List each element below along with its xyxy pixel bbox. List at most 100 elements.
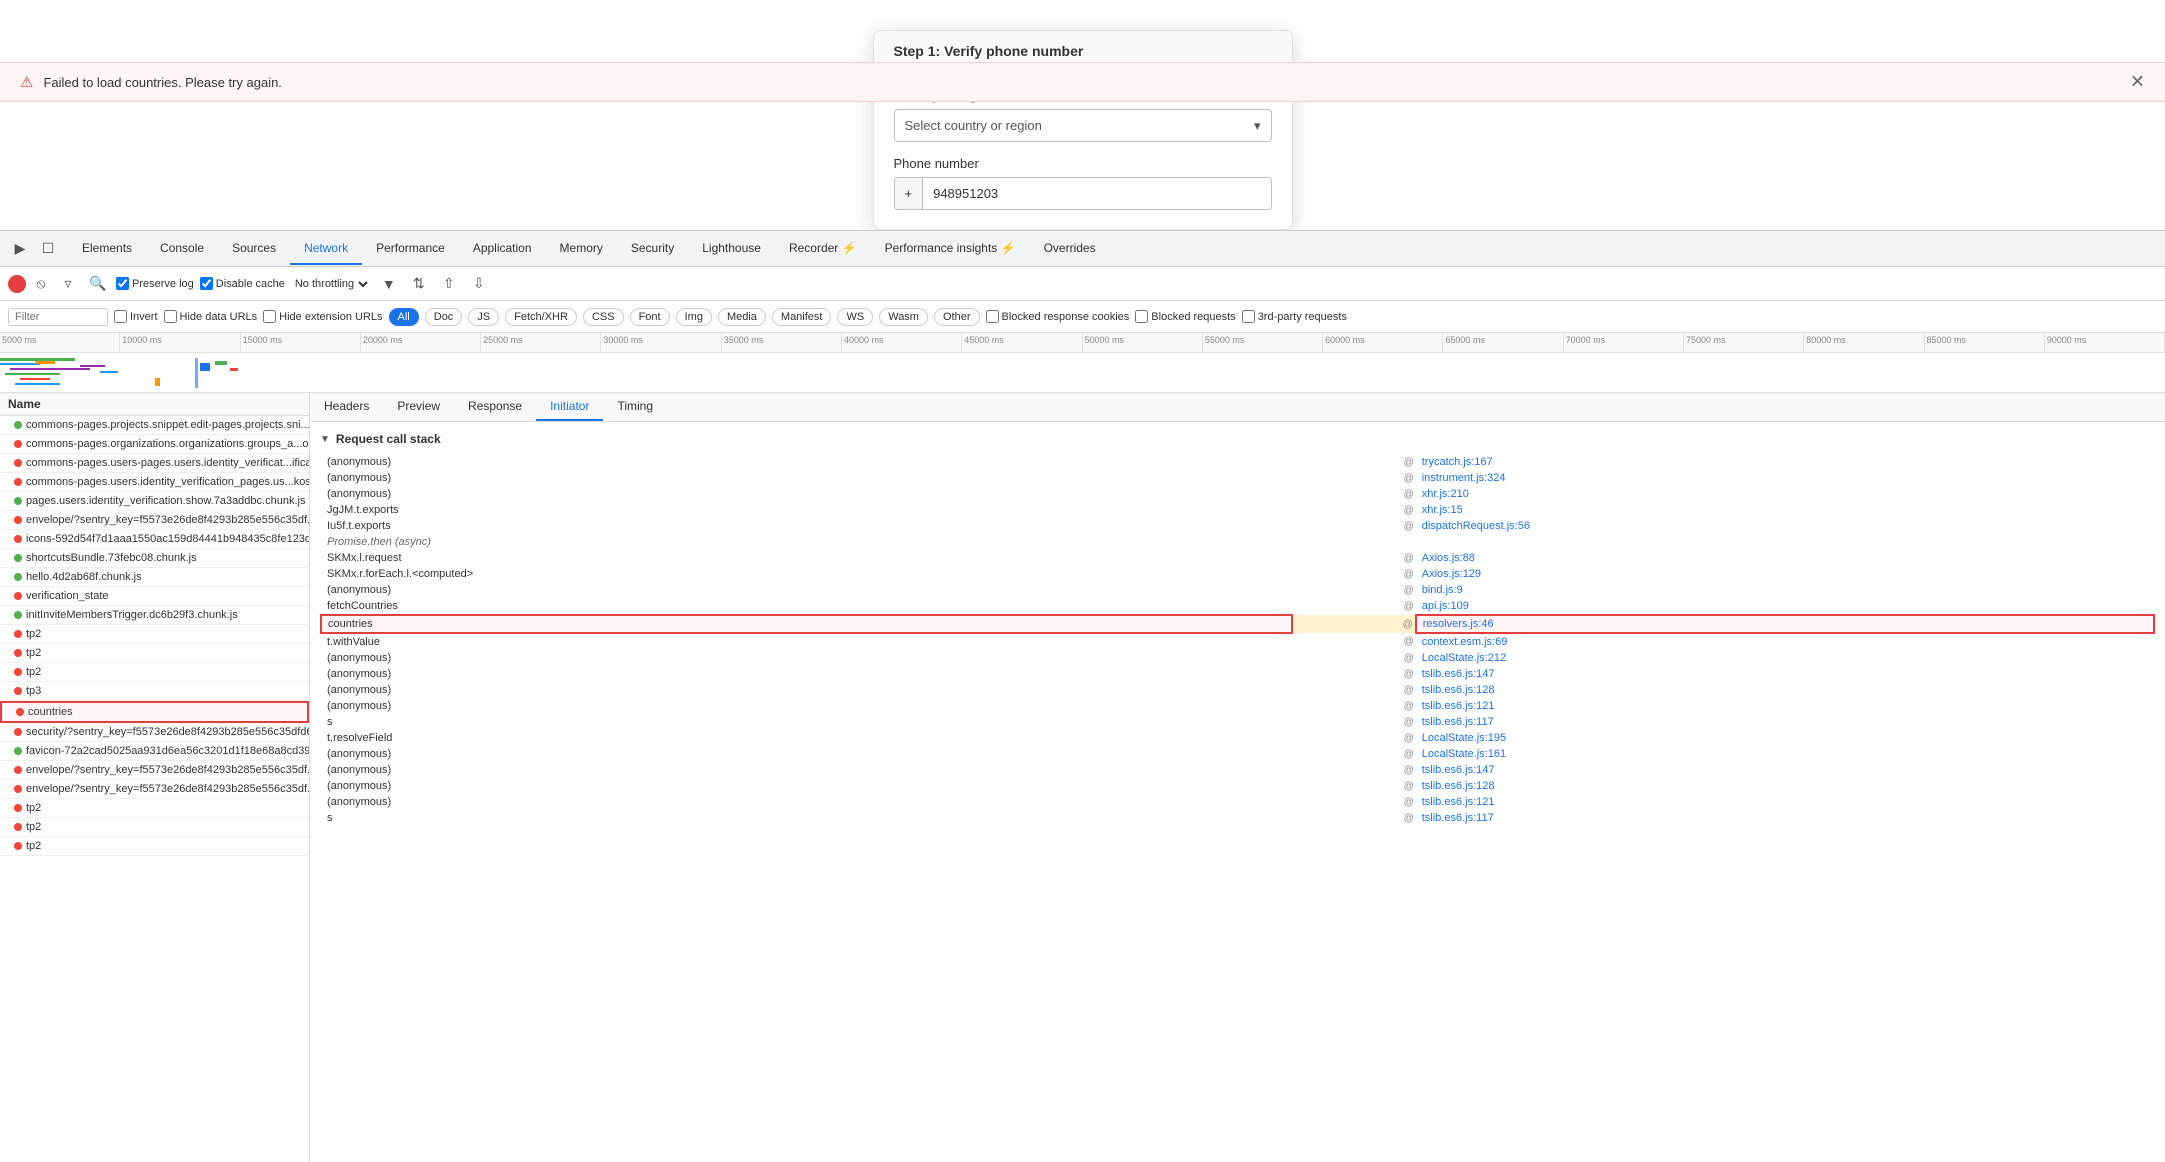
close-error-button[interactable]: ✕: [2130, 72, 2145, 93]
blocked-requests-checkbox[interactable]: Blocked requests: [1135, 310, 1235, 323]
blocked-cookies-checkbox[interactable]: Blocked response cookies: [986, 310, 1130, 323]
stack-link[interactable]: LocalState.js:212: [1422, 652, 1506, 664]
detail-tab-initiator[interactable]: Initiator: [536, 393, 603, 421]
phone-input[interactable]: [923, 178, 1270, 209]
stack-link[interactable]: Axios.js:88: [1422, 552, 1475, 564]
resolvers-link[interactable]: resolvers.js:46: [1423, 618, 1494, 630]
file-item[interactable]: commons-pages.organizations.organization…: [0, 435, 309, 454]
file-item[interactable]: pages.users.identity_verification.show.7…: [0, 492, 309, 511]
stack-link[interactable]: LocalState.js:195: [1422, 732, 1506, 744]
tab-performance-insights[interactable]: Performance insights ⚡: [871, 233, 1030, 265]
preserve-log-checkbox[interactable]: Preserve log: [116, 277, 194, 290]
filter-input[interactable]: [8, 308, 108, 326]
file-item[interactable]: envelope/?sentry_key=f5573e26de8f4293b28…: [0, 761, 309, 780]
filter-tag-all[interactable]: All: [389, 308, 419, 326]
tab-overrides[interactable]: Overrides: [1030, 233, 1110, 265]
table-row[interactable]: (anonymous) @ tslib.es6.js:128: [321, 778, 2154, 794]
filter-tag-fetch-xhr[interactable]: Fetch/XHR: [505, 308, 577, 326]
tab-performance[interactable]: Performance: [362, 233, 459, 265]
countries-row[interactable]: countries @ resolvers.js:46: [321, 615, 2154, 633]
table-row[interactable]: t.resolveField @ LocalState.js:195: [321, 730, 2154, 746]
file-item[interactable]: favicon-72a2cad5025aa931d6ea56c3201d1f18…: [0, 742, 309, 761]
tab-console[interactable]: Console: [146, 233, 218, 265]
tab-memory[interactable]: Memory: [546, 233, 617, 265]
stack-link[interactable]: api.js:109: [1422, 600, 1469, 612]
export-icon[interactable]: ⇩: [467, 272, 491, 296]
stack-link[interactable]: dispatchRequest.js:56: [1422, 520, 1530, 532]
stack-link[interactable]: LocalState.js:161: [1422, 748, 1506, 760]
filter-tag-css[interactable]: CSS: [583, 308, 624, 326]
tab-recorder[interactable]: Recorder ⚡: [775, 233, 871, 265]
table-row[interactable]: (anonymous) @ instrument.js:324: [321, 470, 2154, 486]
stack-link[interactable]: tslib.es6.js:128: [1422, 780, 1495, 792]
file-item[interactable]: commons-pages.users-pages.users.identity…: [0, 454, 309, 473]
file-item[interactable]: tp3: [0, 682, 309, 701]
import-icon[interactable]: ⇧: [437, 272, 461, 296]
filter-tag-font[interactable]: Font: [630, 308, 670, 326]
filter-tag-manifest[interactable]: Manifest: [772, 308, 832, 326]
tab-network[interactable]: Network: [290, 233, 362, 265]
table-row[interactable]: (anonymous) @ tslib.es6.js:147: [321, 666, 2154, 682]
file-item[interactable]: shortcutsBundle.73febc08.chunk.js: [0, 549, 309, 568]
file-item[interactable]: commons-pages.users.identity_verificatio…: [0, 473, 309, 492]
hide-ext-urls-checkbox[interactable]: Hide extension URLs: [263, 310, 382, 323]
stack-link[interactable]: xhr.js:15: [1422, 504, 1463, 516]
throttle-select[interactable]: No throttling: [291, 277, 371, 291]
table-row[interactable]: JgJM.t.exports @ xhr.js:15: [321, 502, 2154, 518]
tab-security[interactable]: Security: [617, 233, 688, 265]
detail-tab-response[interactable]: Response: [454, 393, 536, 421]
stack-link[interactable]: tslib.es6.js:147: [1422, 764, 1495, 776]
file-item[interactable]: tp2: [0, 663, 309, 682]
countries-file-item[interactable]: countries: [0, 701, 309, 723]
detail-tab-preview[interactable]: Preview: [383, 393, 454, 421]
filter-tag-wasm[interactable]: Wasm: [879, 308, 928, 326]
table-row[interactable]: SKMx.l.request @ Axios.js:88: [321, 550, 2154, 566]
tab-elements[interactable]: Elements: [68, 233, 146, 265]
table-row[interactable]: fetchCountries @ api.js:109: [321, 598, 2154, 615]
stack-link[interactable]: Axios.js:129: [1422, 568, 1481, 580]
stack-link[interactable]: bind.js:9: [1422, 584, 1463, 596]
file-item[interactable]: envelope/?sentry_key=f5573e26de8f4293b28…: [0, 511, 309, 530]
file-item[interactable]: initInviteMembersTrigger.dc6b29f3.chunk.…: [0, 606, 309, 625]
file-item[interactable]: tp2: [0, 644, 309, 663]
hide-data-urls-checkbox[interactable]: Hide data URLs: [164, 310, 258, 323]
tab-lighthouse[interactable]: Lighthouse: [688, 233, 775, 265]
table-row[interactable]: (anonymous) @ xhr.js:210: [321, 486, 2154, 502]
filter-tag-doc[interactable]: Doc: [425, 308, 463, 326]
tab-sources[interactable]: Sources: [218, 233, 290, 265]
filter-tag-other[interactable]: Other: [934, 308, 980, 326]
country-select-wrapper[interactable]: Select country or region ▾: [894, 109, 1272, 142]
stack-link[interactable]: xhr.js:210: [1422, 488, 1469, 500]
record-button[interactable]: [8, 275, 26, 293]
stack-link[interactable]: tslib.es6.js:117: [1422, 812, 1494, 824]
country-select[interactable]: Select country or region: [895, 110, 1271, 141]
table-row[interactable]: (anonymous) @ tslib.es6.js:128: [321, 682, 2154, 698]
stack-link[interactable]: tslib.es6.js:117: [1422, 716, 1494, 728]
table-row[interactable]: SKMx.r.forEach.l.<computed> @ Axios.js:1…: [321, 566, 2154, 582]
mobile-icon[interactable]: ☐: [36, 237, 60, 261]
tab-application[interactable]: Application: [459, 233, 546, 265]
table-row[interactable]: (anonymous) @ bind.js:9: [321, 582, 2154, 598]
invert-checkbox[interactable]: Invert: [114, 310, 158, 323]
table-row[interactable]: Iu5f.t.exports @ dispatchRequest.js:56: [321, 518, 2154, 534]
table-row[interactable]: (anonymous) @ tslib.es6.js:121: [321, 698, 2154, 714]
throttle-icon[interactable]: ▼: [377, 272, 401, 296]
detail-tab-timing[interactable]: Timing: [603, 393, 667, 421]
table-row[interactable]: (anonymous) @ LocalState.js:161: [321, 746, 2154, 762]
filter-tag-ws[interactable]: WS: [837, 308, 873, 326]
filter-tag-js[interactable]: JS: [468, 308, 499, 326]
file-item[interactable]: envelope/?sentry_key=f5573e26de8f4293b28…: [0, 780, 309, 799]
collapse-icon[interactable]: ▼: [320, 434, 330, 445]
table-row[interactable]: s @ tslib.es6.js:117: [321, 810, 2154, 826]
stack-link[interactable]: tslib.es6.js:128: [1422, 684, 1495, 696]
stack-link[interactable]: tslib.es6.js:147: [1422, 668, 1495, 680]
file-item[interactable]: hello.4d2ab68f.chunk.js: [0, 568, 309, 587]
table-row[interactable]: s @ tslib.es6.js:117: [321, 714, 2154, 730]
stack-link[interactable]: context.esm.js:69: [1422, 636, 1508, 648]
stack-link[interactable]: tslib.es6.js:121: [1422, 796, 1495, 808]
disable-cache-checkbox[interactable]: Disable cache: [200, 277, 285, 290]
clear-button[interactable]: ⦸: [32, 275, 50, 293]
online-icon[interactable]: ⇅: [407, 272, 431, 296]
stack-link[interactable]: instrument.js:324: [1422, 472, 1506, 484]
cursor-icon[interactable]: ▶: [8, 237, 32, 261]
